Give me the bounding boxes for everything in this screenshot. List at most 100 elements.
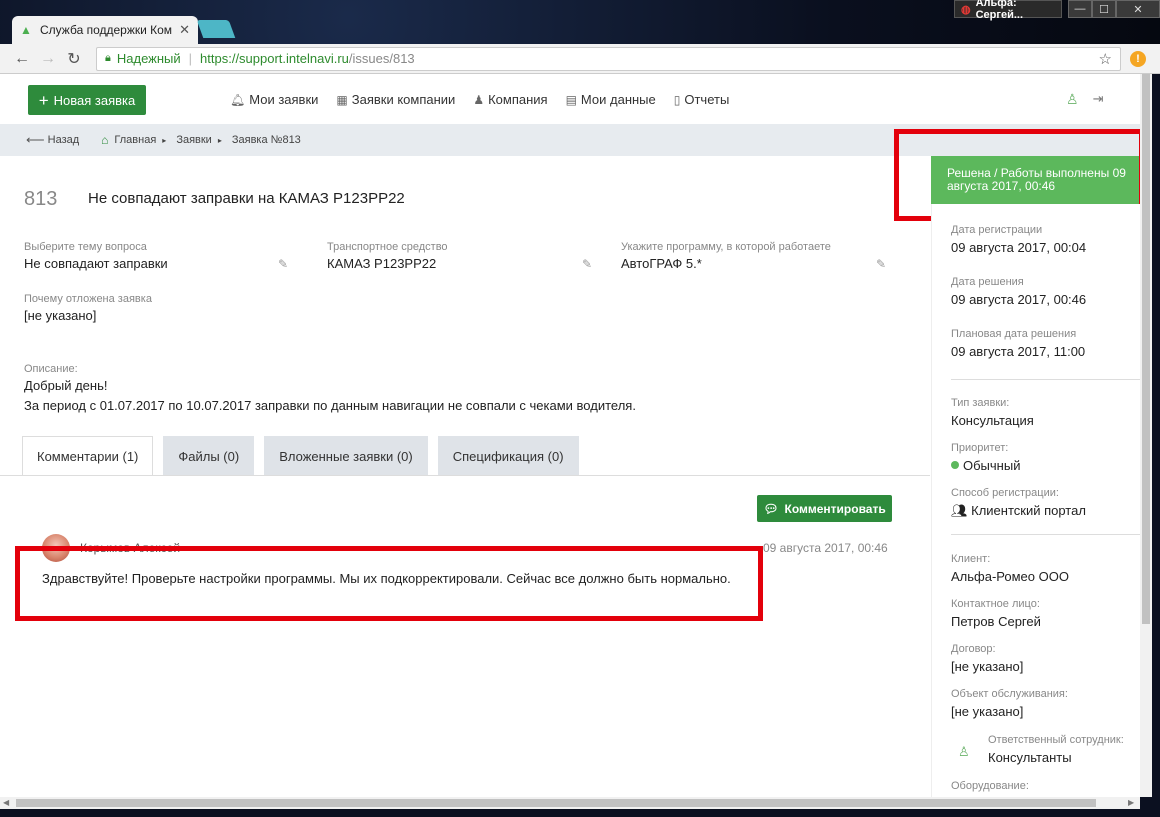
- sidebar-label: Контактное лицо:: [951, 598, 1040, 610]
- field-value: Не совпадают заправки: [24, 256, 168, 271]
- sidebar-value: Альфа-Ромео ООО: [951, 569, 1069, 584]
- url-input[interactable]: 🔒︎ Надежный | https://support.intelnavi.…: [96, 46, 1121, 71]
- tab-comments[interactable]: Комментарии (1): [22, 436, 154, 476]
- menu-item-company-requests[interactable]: ▦ Заявки компании: [336, 92, 455, 107]
- browser-tab[interactable]: ▲ Служба поддержки Ком ✕: [12, 16, 198, 44]
- sidebar-type: Тип заявки: Консультация: [951, 397, 1034, 428]
- omnibox-divider: |: [188, 51, 193, 66]
- logout-icon[interactable]: ⇥: [1093, 91, 1104, 108]
- employee-icon: ♙: [958, 744, 970, 759]
- url-path: /issues/813: [348, 51, 415, 66]
- description-line: Добрый день!: [24, 378, 108, 393]
- sidebar-value: Консультация: [951, 413, 1034, 428]
- breadcrumb-home[interactable]: Главная: [114, 134, 156, 146]
- tab-nested-requests[interactable]: Вложенные заявки (0): [264, 436, 428, 476]
- sidebar-label: Дата регистрации: [951, 224, 1043, 236]
- scrollbar-thumb[interactable]: [1142, 74, 1150, 624]
- sidebar-label: Объект обслуживания:: [951, 688, 1068, 700]
- menu-item-my-data[interactable]: ▤ Мои данные: [566, 92, 656, 107]
- field-topic: Выберите тему вопроса Не совпадают запра…: [24, 241, 168, 271]
- description-label: Описание:: [24, 363, 78, 375]
- browser-user-badge[interactable]: ◍ Альфа: Сергей...: [954, 0, 1062, 21]
- field-value: АвтоГРАФ 5.*: [621, 256, 702, 271]
- field-postponed: Почему отложена заявка [не указано]: [24, 293, 152, 323]
- forward-arrow-icon[interactable]: →: [38, 50, 58, 68]
- horizontal-scrollbar[interactable]: ◀ ▶: [0, 797, 1140, 809]
- edit-icon[interactable]: ✎: [582, 257, 592, 271]
- field-value: [не указано]: [24, 308, 97, 323]
- sidebar-priority: Приоритет: Обычный: [951, 442, 1020, 473]
- edit-icon[interactable]: ✎: [876, 257, 886, 271]
- sidebar-resolve-date: Дата решения 09 августа 2017, 00:46: [951, 276, 1086, 307]
- minimize-icon[interactable]: —: [1068, 0, 1092, 18]
- users-group-icon: 👥︎: [951, 503, 972, 518]
- menu-item-my-requests[interactable]: 🔔︎ Мои заявки: [230, 92, 318, 107]
- page-title: Не совпадают заправки на КАМАЗ Р123РР22: [88, 190, 405, 207]
- sidebar-value: 👥︎ Клиентский портал: [951, 503, 1086, 519]
- browser-tab-title: Служба поддержки Ком: [40, 23, 173, 37]
- sidebar-value: Петров Сергей: [951, 614, 1041, 629]
- scrollbar-thumb[interactable]: [16, 799, 1096, 807]
- sidebar-label: Способ регистрации:: [951, 487, 1059, 499]
- sidebar-divider: [951, 379, 1140, 380]
- sidebar-label: Клиент:: [951, 553, 991, 565]
- comment-button[interactable]: 💬︎ Комментировать: [757, 495, 892, 522]
- main-menu: 🔔︎ Мои заявки ▦ Заявки компании ♟ Компан…: [230, 92, 729, 107]
- document-icon: ▯: [673, 92, 681, 107]
- new-tab-button[interactable]: [196, 20, 236, 38]
- maximize-icon[interactable]: ☐: [1092, 0, 1116, 18]
- secure-label: Надежный: [116, 51, 181, 66]
- sidebar-label: Ответственный сотрудник:: [988, 734, 1124, 746]
- extension-icon[interactable]: !: [1130, 51, 1146, 67]
- briefcase-icon: ▦: [336, 92, 348, 107]
- new-request-label: Новая заявка: [53, 92, 136, 108]
- field-label: Выберите тему вопроса: [24, 241, 147, 253]
- user-tree-icon[interactable]: ♙: [1066, 91, 1079, 108]
- issue-sidebar: Дата регистрации 09 августа 2017, 00:04 …: [931, 204, 1140, 797]
- back-link[interactable]: ⟵ Назад: [26, 132, 79, 148]
- back-link-label: Назад: [47, 134, 80, 146]
- highlight-frame-comment: [15, 546, 763, 621]
- back-arrow-icon[interactable]: ←: [12, 50, 32, 68]
- tab-files[interactable]: Файлы (0): [163, 436, 255, 476]
- scroll-left-icon[interactable]: ◀: [3, 797, 9, 809]
- sidebar-value: Обычный: [951, 458, 1020, 473]
- tab-specification[interactable]: Спецификация (0): [437, 436, 579, 476]
- window-frame: [0, 809, 1160, 817]
- bookmark-star-icon[interactable]: ☆: [1099, 50, 1112, 68]
- vertical-scrollbar[interactable]: [1140, 74, 1152, 797]
- sidebar-contract: Договор: [не указано]: [951, 643, 1023, 674]
- profile-card-icon: ▤: [565, 92, 577, 107]
- sidebar-label: Приоритет:: [951, 442, 1009, 454]
- plus-icon: +: [38, 90, 49, 110]
- sidebar-object: Объект обслуживания: [не указано]: [951, 688, 1068, 719]
- speech-bubble-icon: 💬︎: [763, 501, 779, 516]
- field-label: Транспортное средство: [327, 241, 448, 253]
- sidebar-value: Консультанты: [988, 750, 1072, 765]
- bell-icon: 🔔︎: [230, 92, 246, 107]
- breadcrumb-requests[interactable]: Заявки: [176, 134, 212, 146]
- menu-item-label: Отчеты: [684, 92, 730, 107]
- top-navigation: + Новая заявка 🔔︎ Мои заявки ▦ Заявки ко…: [0, 74, 1140, 124]
- sidebar-value: [не указано]: [951, 659, 1024, 674]
- nav-right-icons: ♙ ⇥: [1066, 91, 1103, 108]
- person-icon: ♟: [473, 92, 485, 107]
- new-request-button[interactable]: + Новая заявка: [28, 85, 146, 115]
- tabs-divider: [0, 475, 930, 476]
- edit-icon[interactable]: ✎: [278, 257, 288, 271]
- menu-item-reports[interactable]: ▯ Отчеты: [674, 92, 730, 107]
- close-tab-icon[interactable]: ✕: [179, 22, 190, 38]
- scroll-right-icon[interactable]: ▶: [1128, 797, 1134, 809]
- sidebar-reg-date: Дата регистрации 09 августа 2017, 00:04: [951, 224, 1086, 255]
- sidebar-contact: Контактное лицо: Петров Сергей: [951, 598, 1041, 629]
- menu-item-label: Мои заявки: [249, 92, 319, 107]
- url-host: https://support.intelnavi.ru: [200, 51, 349, 66]
- reload-icon[interactable]: ↻: [64, 49, 84, 69]
- menu-item-company[interactable]: ♟ Компания: [473, 92, 547, 107]
- lock-icon: 🔒︎: [105, 52, 111, 64]
- sidebar-value: 09 августа 2017, 00:04: [951, 240, 1087, 255]
- field-value: КАМАЗ Р123РР22: [327, 256, 437, 271]
- menu-item-label: Компания: [488, 92, 548, 107]
- priority-value: Обычный: [963, 458, 1021, 473]
- window-close-icon[interactable]: ✕: [1116, 0, 1160, 18]
